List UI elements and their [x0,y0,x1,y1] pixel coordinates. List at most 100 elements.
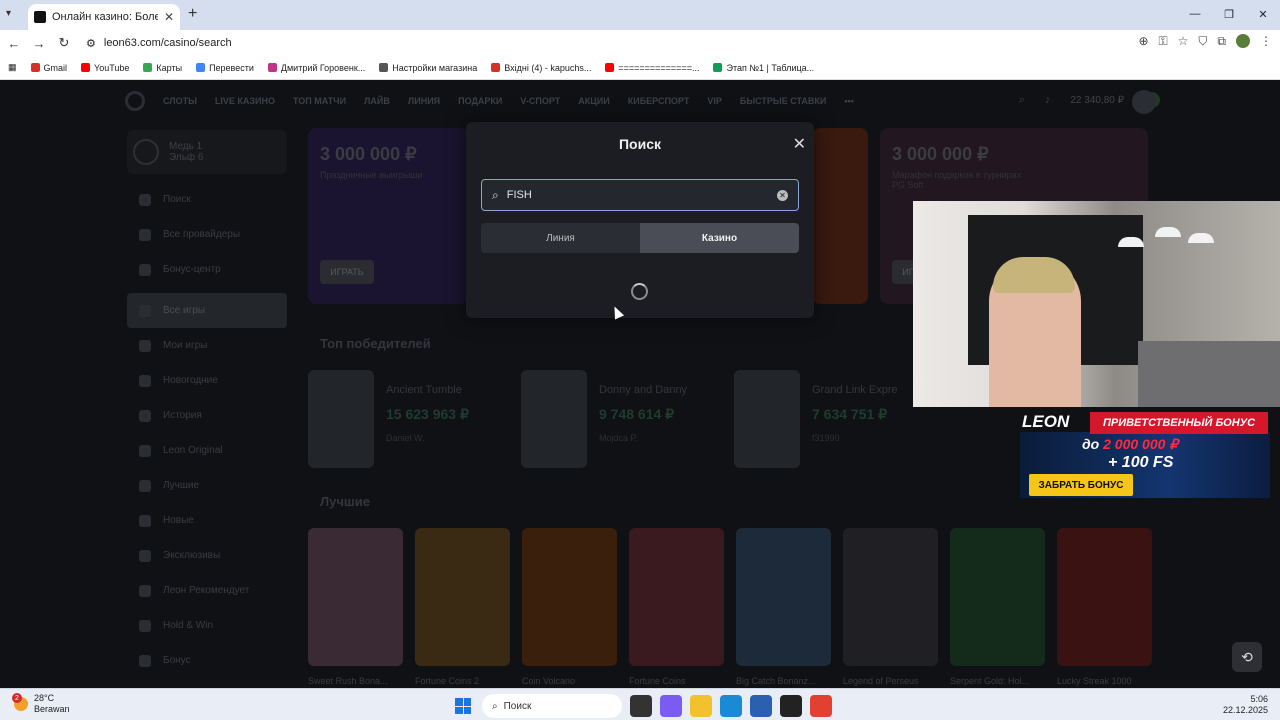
taskbar-search[interactable]: ⌕ Поиск [482,694,622,718]
extensions-icon[interactable]: ⧉ [1217,34,1226,49]
close-window-icon[interactable]: ✕ [1246,0,1280,28]
nav-live[interactable]: ЛАЙВ [364,96,390,106]
close-tab-icon[interactable]: ✕ [164,10,174,24]
game-card[interactable]: Lucky Streak 1000 [1057,528,1152,686]
bookmark-star-icon[interactable]: ☆ [1178,34,1189,49]
bookmark-maps[interactable]: Карты [143,63,182,73]
claim-bonus-button[interactable]: ЗАБРАТЬ БОНУС [1029,474,1133,496]
search-input[interactable] [506,189,769,201]
sidebar-item-bonus[interactable]: Бонус [127,643,287,678]
sidebar-item-exclusive[interactable]: Эксклюзивы [127,538,287,573]
bookmark-youtube-2[interactable]: ==============... [605,63,699,73]
game-card[interactable]: Serpent Gold: Hol... [950,528,1045,686]
shield-icon[interactable]: ⛉ [1198,34,1207,49]
nav-vip[interactable]: VIP [707,96,722,106]
sidebar-item-search[interactable]: Поиск [127,182,287,217]
leon-logo-icon[interactable] [125,91,145,111]
tab-casino[interactable]: Казино [640,223,799,253]
winner-card[interactable]: Ancient Tumble 15 623 963 ₽ Daniel W. [308,370,469,468]
nav-gifts[interactable]: ПОДАРКИ [458,96,502,106]
bell-icon[interactable]: ♪ [1045,94,1051,106]
sidebar-item-leon-original[interactable]: Leon Original [127,433,287,468]
system-clock[interactable]: 5:06 22.12.2025 [1223,694,1268,716]
bookmark-sheets[interactable]: Этап №1 | Таблица... [713,63,814,73]
browser-tab[interactable]: Онлайн казино: Более 4000 и ✕ [28,4,180,30]
nav-slots[interactable]: СЛОТЫ [163,96,197,106]
balance[interactable]: 22 340,80 ₽ [1070,95,1124,106]
nav-top-matches[interactable]: ТОП МАТЧИ [293,96,346,106]
sidebar-item-recommends[interactable]: Леон Рекомендует [127,573,287,608]
tab-list-icon[interactable]: ▾ [6,8,11,19]
windows-start-icon[interactable] [452,695,474,717]
task-view-icon[interactable] [630,695,652,717]
store-icon[interactable] [750,695,772,717]
game-card[interactable]: Fortune Coins [629,528,724,686]
password-key-icon[interactable]: ⚿ [1159,34,1168,49]
menu-dots-icon[interactable]: ⋮ [1260,34,1272,49]
obs-icon[interactable] [780,695,802,717]
winner-card[interactable]: Donny and Danny 9 748 614 ₽ Mojdca P. [521,370,687,468]
sidebar-item-all-games[interactable]: Все игры [127,293,287,328]
new-tab-icon[interactable]: + [188,5,197,23]
site-search-icon[interactable]: ⌕ [1019,94,1025,107]
game-card[interactable]: Big Catch Bonanz... [736,528,831,686]
bookmark-instagram[interactable]: Дмитрий Горовенк... [267,63,365,73]
profile-avatar[interactable] [1236,34,1250,48]
sidebar-item-new-year[interactable]: Новогодние [127,363,287,398]
sidebar-item-providers[interactable]: Все провайдеры [127,217,287,252]
nav-line[interactable]: ЛИНИЯ [408,96,440,106]
tab-line[interactable]: Линия [481,223,640,253]
chrome-icon[interactable] [810,695,832,717]
game-name: Coin Volcano [522,676,576,686]
sidebar-item-bonus-center[interactable]: Бонус-центр [127,252,287,287]
back-icon[interactable]: ← [3,36,25,51]
ornament-icon [139,374,151,387]
game-card[interactable]: Sweet Rush Bona... [308,528,403,686]
bookmark-store-settings[interactable]: Настройки магазина [379,63,477,73]
search-icon [139,193,151,206]
sidebar-item-history[interactable]: История [127,398,287,433]
edge-icon[interactable] [720,695,742,717]
zoom-icon[interactable]: ⊕ [1138,34,1148,49]
bookmark-gmail[interactable]: Gmail [30,63,67,73]
game-card[interactable]: Legend of Perseus [843,528,938,686]
search-field[interactable]: ⌕ ✕ [481,179,799,211]
reload-icon[interactable]: ↻ [53,35,75,51]
clear-input-icon[interactable]: ✕ [777,189,788,201]
bookmark-gmail-inbox[interactable]: Вхідні (4) - kapuchs... [491,63,591,73]
weather-widget[interactable]: 2 28°C Berawan [12,693,70,715]
level-sub: Эльф 6 [169,152,204,163]
copilot-icon[interactable] [660,695,682,717]
restore-icon[interactable]: ❐ [1212,0,1246,28]
more-dots-icon[interactable]: ••• [844,96,853,106]
nav-vsport[interactable]: V-СПОРТ [520,96,560,106]
game-name: Big Catch Bonanz... [736,676,816,686]
address-bar[interactable]: ⚙ leon63.com/casino/search [80,33,1160,53]
url-text[interactable]: leon63.com/casino/search [104,37,232,49]
forward-icon[interactable]: → [28,36,50,51]
file-explorer-icon[interactable] [690,695,712,717]
site-info-icon[interactable]: ⚙ [86,37,96,50]
bookmark-youtube[interactable]: YouTube [81,63,129,73]
loyalty-profile[interactable]: Медь 1 Эльф 6 [127,130,287,174]
winner-card[interactable]: Grand Link Expre 7 634 751 ₽ f31990 [734,370,898,468]
game-card[interactable]: Coin Volcano [522,528,617,686]
sidebar-item-hold-win[interactable]: Hold & Win [127,608,287,643]
user-avatar[interactable] [1132,90,1156,114]
support-chat-icon[interactable]: ⟲ [1232,642,1262,672]
nav-promos[interactable]: АКЦИИ [578,96,610,106]
apps-grid-icon[interactable]: ▦ [8,62,17,73]
close-icon[interactable]: ✕ [793,134,806,154]
banner-play-button[interactable]: ИГРАТЬ [320,260,374,284]
sidebar-item-best[interactable]: Лучшие [127,468,287,503]
promo-banner-1[interactable]: 3 000 000 ₽ Праздничные выигрыши ИГРАТЬ [308,128,468,304]
sidebar-item-new[interactable]: Новые [127,503,287,538]
nav-quick-bets[interactable]: БЫСТРЫЕ СТАВКИ [740,96,827,106]
game-card[interactable]: Fortune Coins 2 [415,528,510,686]
bookmark-translate[interactable]: Перевести [196,63,254,73]
promo-banner-middle[interactable] [812,128,868,304]
minimize-icon[interactable]: — [1178,0,1212,28]
nav-live-casino[interactable]: LIVE КАЗИНО [215,96,275,106]
sidebar-item-my-games[interactable]: Мои игры [127,328,287,363]
nav-esports[interactable]: КИБЕРСПОРТ [628,96,690,106]
